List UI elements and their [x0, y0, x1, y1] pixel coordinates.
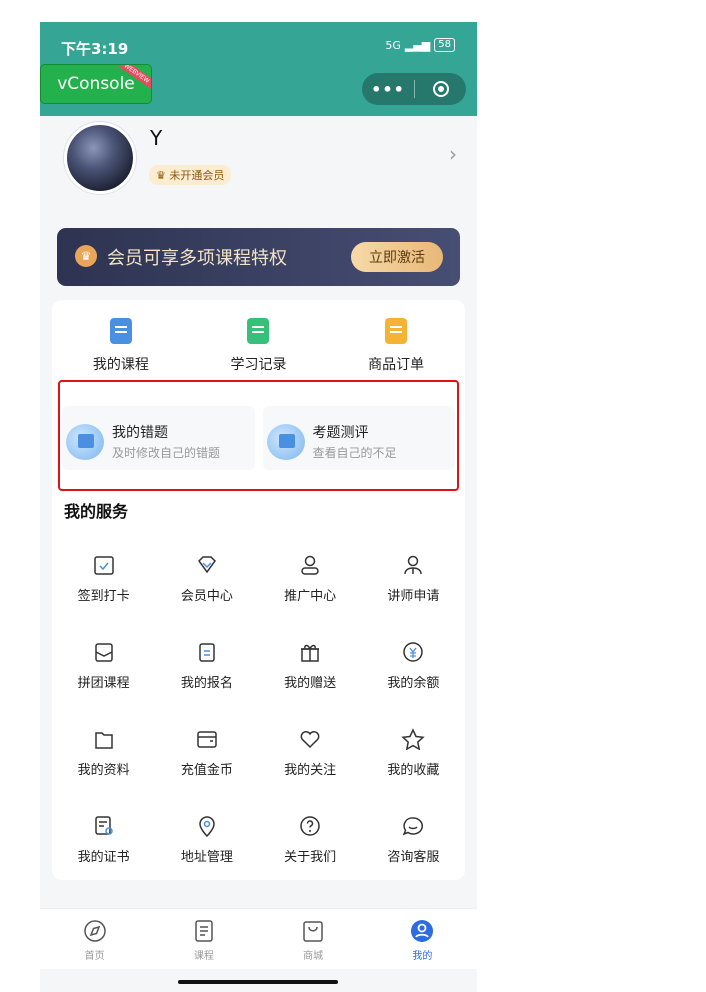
status-time: 下午3:19 — [61, 40, 129, 58]
highlight-box — [58, 380, 459, 491]
service-label: 关于我们 — [284, 850, 337, 865]
star-icon — [401, 728, 426, 750]
activate-button[interactable]: 立即激活 — [351, 242, 443, 272]
compass-icon — [83, 920, 106, 942]
quick-links: 我的课程 学习记录 商品订单 — [52, 318, 465, 374]
avatar[interactable] — [64, 122, 136, 194]
profile-section[interactable]: Y ♛ 未开通会员 › — [40, 116, 477, 212]
tab-mall[interactable]: 商城 — [259, 909, 368, 969]
service-label: 我的余额 — [387, 676, 440, 691]
tab-courses[interactable]: 课程 — [149, 909, 258, 969]
clipboard-icon — [199, 643, 215, 662]
yen-icon — [403, 642, 424, 662]
service-label: 我的收藏 — [387, 763, 440, 778]
service-label: 我的关注 — [284, 763, 337, 778]
service-my-gifts[interactable]: 我的赠送 — [259, 641, 362, 691]
quick-link-study-record[interactable]: 学习记录 — [190, 318, 328, 374]
chat-icon — [402, 817, 424, 836]
banner-text: 会员可享多项课程特权 — [107, 248, 287, 269]
tab-home[interactable]: 首页 — [40, 909, 149, 969]
service-label: 咨询客服 — [387, 850, 440, 865]
folder-icon — [94, 732, 113, 749]
quick-link-label: 学习记录 — [230, 357, 287, 373]
order-doc-icon — [385, 318, 408, 344]
certificate-icon — [94, 816, 113, 835]
service-lecturer-apply[interactable]: 讲师申请 — [362, 554, 465, 604]
vip-status-badge: ♛ 未开通会员 — [149, 165, 232, 185]
service-about-us[interactable]: 关于我们 — [259, 815, 362, 865]
vip-badge-label: 未开通会员 — [169, 169, 225, 182]
mini-program-capsule: ••• — [362, 73, 466, 105]
home-indicator — [178, 980, 338, 984]
quick-link-label: 我的课程 — [92, 357, 149, 373]
chevron-right-icon[interactable]: › — [449, 142, 457, 166]
close-button[interactable] — [415, 81, 466, 97]
quick-link-orders[interactable]: 商品订单 — [327, 318, 465, 374]
profile-icon — [411, 920, 434, 942]
service-balance[interactable]: 我的余额 — [362, 641, 465, 691]
vip-banner[interactable]: ♛ 会员可享多项课程特权 立即激活 — [57, 228, 460, 286]
quick-link-my-courses[interactable]: 我的课程 — [52, 318, 190, 374]
service-my-files[interactable]: 我的资料 — [52, 728, 155, 778]
signal-icon: ▂▄▆ — [404, 38, 431, 52]
header: 下午3:19 5G ▂▄▆ 58 vConsole WEBVIEW ••• — [40, 22, 477, 116]
service-customer-support[interactable]: 咨询客服 — [362, 815, 465, 865]
service-checkin[interactable]: 签到打卡 — [52, 554, 155, 604]
service-my-signup[interactable]: 我的报名 — [155, 641, 258, 691]
group-course-icon — [94, 643, 113, 662]
tab-label: 课程 — [193, 951, 214, 962]
crown-small-icon: ♛ — [156, 169, 166, 182]
network-label: 5G — [385, 38, 401, 52]
record-doc-icon — [247, 318, 270, 344]
service-label: 我的证书 — [77, 850, 130, 865]
vconsole-button[interactable]: vConsole WEBVIEW — [40, 64, 152, 104]
service-favorites[interactable]: 我的收藏 — [362, 728, 465, 778]
vconsole-label: vConsole — [57, 74, 135, 94]
wallet-icon — [197, 731, 217, 748]
service-address[interactable]: 地址管理 — [155, 815, 258, 865]
tab-label: 我的 — [412, 951, 433, 962]
services-grid: 签到打卡 会员中心 推广中心 讲师申请 拼团课程 我的报名 我的赠送 我的余额 … — [52, 554, 465, 865]
question-icon — [300, 816, 320, 836]
course-doc-icon — [109, 318, 132, 344]
service-label: 充值金币 — [180, 763, 233, 778]
gift-icon — [301, 644, 320, 662]
location-icon — [199, 816, 215, 837]
service-label: 我的报名 — [180, 676, 233, 691]
service-recharge[interactable]: 充值金币 — [155, 728, 258, 778]
service-label: 签到打卡 — [77, 589, 130, 604]
service-label: 地址管理 — [180, 850, 233, 865]
battery-icon: 58 — [434, 38, 455, 52]
tab-profile[interactable]: 我的 — [368, 909, 477, 969]
user-icon — [301, 555, 319, 575]
service-label: 推广中心 — [284, 589, 337, 604]
quick-link-label: 商品订单 — [368, 357, 425, 373]
services-title: 我的服务 — [64, 502, 129, 521]
bottom-tabbar: 首页 课程 商城 我的 — [40, 908, 477, 969]
service-group-course[interactable]: 拼团课程 — [52, 641, 155, 691]
document-icon — [195, 920, 213, 942]
service-label: 拼团课程 — [77, 676, 130, 691]
service-label: 会员中心 — [180, 589, 233, 604]
diamond-icon — [197, 556, 216, 574]
heart-icon — [300, 731, 320, 749]
service-label: 我的资料 — [77, 763, 130, 778]
user-name: Y — [150, 126, 163, 150]
calendar-check-icon — [93, 556, 114, 575]
tab-label: 首页 — [84, 951, 105, 962]
status-icons: 5G ▂▄▆ 58 — [385, 38, 455, 52]
service-label: 讲师申请 — [387, 589, 440, 604]
lecturer-icon — [404, 555, 423, 575]
service-promotion[interactable]: 推广中心 — [259, 554, 362, 604]
close-circle-icon — [432, 81, 449, 97]
service-label: 我的赠送 — [284, 676, 337, 691]
crown-icon: ♛ — [75, 245, 97, 267]
more-button[interactable]: ••• — [362, 80, 414, 99]
tab-label: 商城 — [303, 951, 324, 962]
bag-icon — [303, 921, 323, 942]
service-certificates[interactable]: 我的证书 — [52, 815, 155, 865]
phone-screen: 下午3:19 5G ▂▄▆ 58 vConsole WEBVIEW ••• Y … — [40, 22, 477, 992]
service-vip-center[interactable]: 会员中心 — [155, 554, 258, 604]
service-following[interactable]: 我的关注 — [259, 728, 362, 778]
